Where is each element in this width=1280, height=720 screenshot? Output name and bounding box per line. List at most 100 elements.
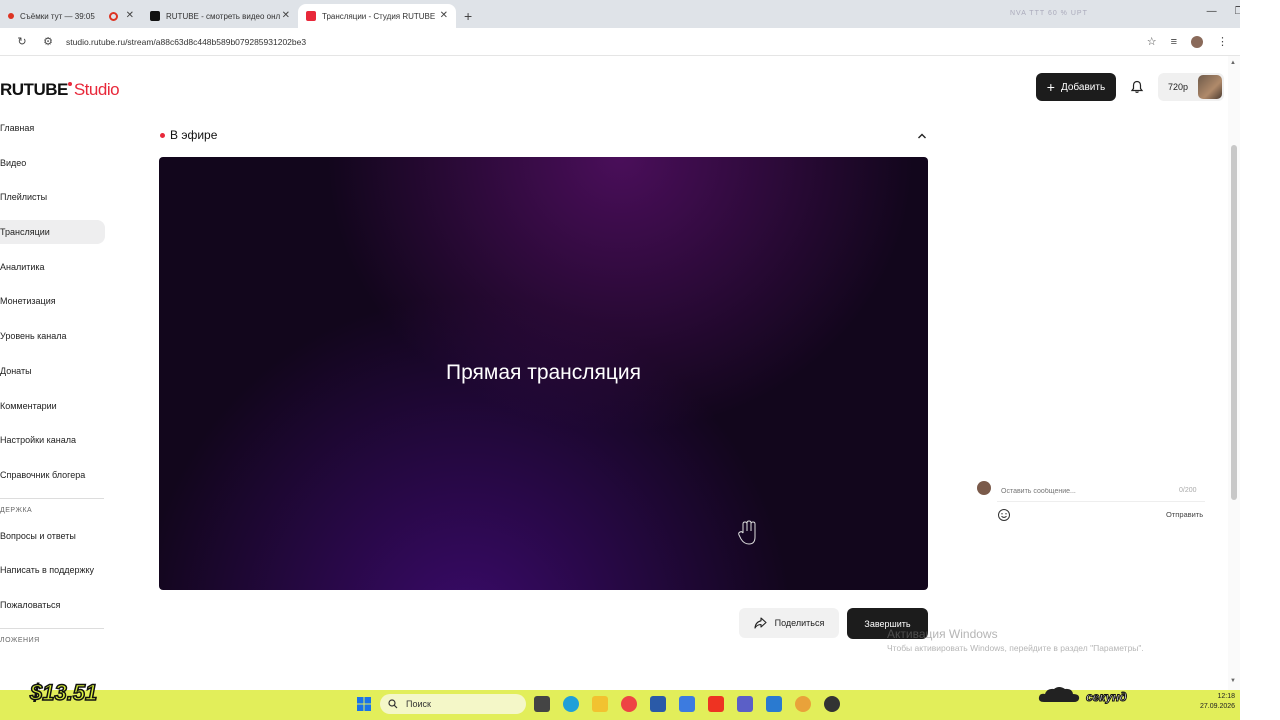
cloud-icon [1038,687,1080,702]
sidebar: Главная Видео Плейлисты Трансляции Анали… [0,116,120,654]
taskbar-search[interactable]: Поиск [380,694,526,714]
scroll-down-icon[interactable]: ▼ [1230,678,1236,684]
tab-title: Съёмки тут — 39:05 [20,11,95,21]
stream-player[interactable]: Прямая трансляция [159,157,928,590]
sidebar-item-label: Написать в поддержку [0,565,95,576]
channel-avatar[interactable] [1198,75,1222,99]
chrome-icon[interactable] [621,696,637,712]
media-controls-icon[interactable]: ≡ [1171,36,1177,48]
sidebar-item-label: Справочник блогера [0,469,86,480]
resolution-badge[interactable]: 720p [1158,73,1224,101]
windows-start-icon[interactable] [357,697,371,711]
sidebar-item-label: Донаты [0,365,32,376]
browser-tab[interactable]: Съёмки тут — 39:05 ✕ [0,4,142,28]
profile-avatar[interactable] [1191,35,1203,48]
plus-icon: + [1046,79,1055,95]
sidebar-item-blogger-guide[interactable]: Справочник блогера [0,463,105,487]
sidebar-item-faq[interactable]: Вопросы и ответы [0,524,105,548]
reload-icon[interactable]: ↻ [16,36,28,48]
bookmark-star-icon[interactable]: ☆ [1147,35,1157,48]
hand-cursor-icon [738,520,756,545]
sidebar-item-label: Трансляции [0,227,50,238]
sidebar-item-report[interactable]: Пожаловаться [0,593,105,617]
close-tab-icon[interactable]: ✕ [126,10,134,21]
sidebar-item-playlists[interactable]: Плейлисты [0,185,105,209]
rutube-studio-logo[interactable]: RUTUBE Studio [0,80,120,100]
explorer-icon[interactable] [592,696,608,712]
sidebar-item-label: Аналитика [0,261,45,272]
sidebar-section-apps: ЛОЖЕНИЯ [0,636,40,644]
sidebar-item-analytics[interactable]: Аналитика [0,255,105,279]
player-title: Прямая трансляция [445,361,642,384]
send-message-button[interactable]: Отправить [1166,510,1203,519]
browser-tab[interactable]: RUTUBE - смотреть видео онл ✕ [142,4,298,28]
live-dot-icon [160,132,165,138]
sidebar-item-streams[interactable]: Трансляции [0,220,105,245]
screen-right-margin [1240,0,1280,720]
add-button[interactable]: + Добавить [1036,73,1116,101]
sidebar-item-label: Настройки канала [0,435,77,446]
taskbar-apps [534,696,840,712]
sidebar-item-home[interactable]: Главная [0,116,105,140]
sidebar-item-channel-settings[interactable]: Настройки канала [0,428,105,452]
sidebar-item-label: Уровень канала [0,331,67,342]
taskbar-clock[interactable]: 12:18 27.09.2026 [1200,692,1235,712]
chrome-profile-icon[interactable] [795,696,811,712]
sidebar-item-donations[interactable]: Донаты [0,359,105,383]
stream-status: В эфире [160,128,217,142]
menu-dots-icon[interactable]: ⋮ [1217,35,1228,48]
sidebar-item-monetization[interactable]: Монетизация [0,289,105,313]
sidebar-item-contact-support[interactable]: Написать в поддержку [0,558,105,582]
clock-time: 12:18 [1217,693,1236,700]
sidebar-item-channel-level[interactable]: Уровень канала [0,324,105,348]
emoji-icon[interactable] [997,508,1011,522]
share-icon [754,617,767,629]
task-view-icon[interactable] [534,696,550,712]
scroll-up-icon[interactable]: ▲ [1230,60,1236,66]
chat-char-counter: 0/200 [1179,487,1197,494]
tab-title: RUTUBE - смотреть видео онл [166,11,281,21]
app-icon[interactable] [766,696,782,712]
share-button[interactable]: Поделиться [739,608,839,638]
sidebar-divider [0,627,104,629]
new-tab-button[interactable]: + [464,4,472,28]
close-tab-icon[interactable]: ✕ [282,10,290,21]
browser-tab-active[interactable]: Трансляции - Студия RUTUBE ✕ [298,4,456,28]
windows-activation-title: Активация Windows [887,627,998,641]
scrollbar-thumb[interactable] [1231,145,1237,500]
tab-favicon-icon [8,13,14,19]
recording-icon [109,12,118,21]
chat-user-avatar [977,481,991,495]
site-settings-icon[interactable]: ⚙ [42,36,54,48]
chat-message-input[interactable] [997,482,1205,502]
bell-icon[interactable] [1130,80,1144,94]
store-icon[interactable] [650,696,666,712]
logo-studio-text: Studio [73,80,120,99]
sidebar-item-label: Вопросы и ответы [0,530,76,541]
obs-icon[interactable] [824,696,840,712]
chat-panel: 0/200 Отправить [961,118,1217,532]
sidebar-item-label: Пожаловаться [0,599,61,610]
share-button-label: Поделиться [774,618,825,628]
clock-date: 27.09.2026 [1200,703,1236,710]
taskbar-search-label: Поиск [406,699,431,709]
stream-card: В эфире Прямая трансляция Поделиться Зав… [144,118,944,653]
teams-icon[interactable] [737,696,753,712]
sidebar-item-comments[interactable]: Комментарии [0,394,105,418]
sidebar-section-support: ДЕРЖКА [0,506,33,514]
stream-overlay-money: $13.51 [29,679,98,706]
sidebar-item-label: Видео [0,157,27,168]
minimize-icon[interactable]: — [1207,6,1217,17]
tray-faint-text: NVA TTT 60 % UPT [1010,10,1088,17]
search-icon [388,699,398,709]
address-bar: ↻ ⚙ studio.rutube.ru/stream/a88c63d8c448… [0,28,1240,56]
rutube-studio-favicon-icon [306,11,316,21]
app-icon[interactable] [679,696,695,712]
youtube-icon[interactable] [708,696,724,712]
sidebar-item-video[interactable]: Видео [0,151,105,175]
close-tab-icon[interactable]: ✕ [440,10,448,21]
sidebar-divider [0,497,104,499]
url-text[interactable]: studio.rutube.ru/stream/a88c63d8c448b589… [66,37,306,47]
chevron-up-icon[interactable] [916,130,928,142]
edge-icon[interactable] [563,696,579,712]
